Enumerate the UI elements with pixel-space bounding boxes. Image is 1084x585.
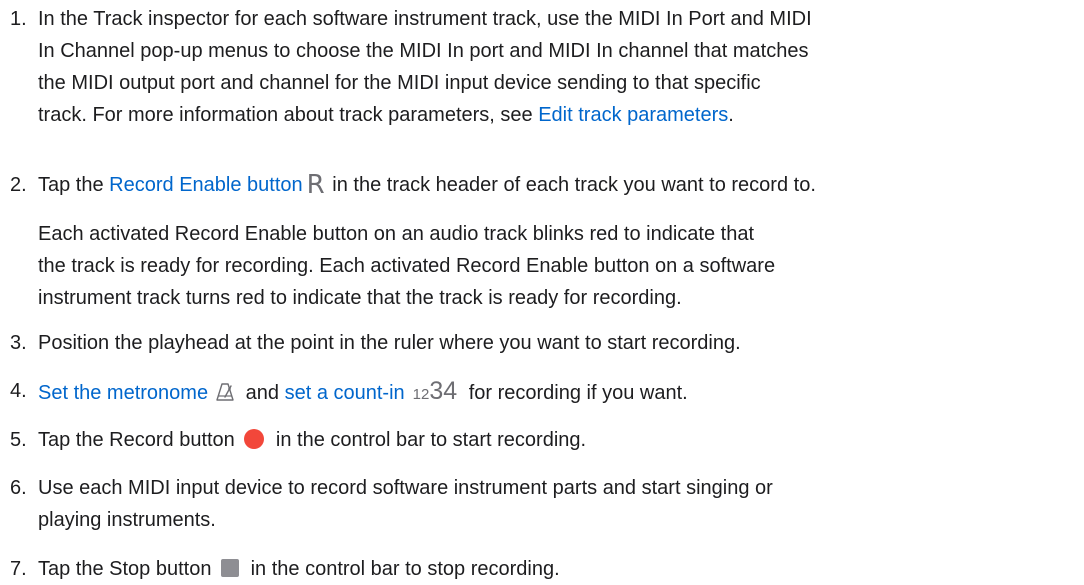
- step-number: 3.: [10, 332, 27, 354]
- step-line: Tap the Stop button in the control bar t…: [38, 553, 1082, 585]
- step-number: 7.: [10, 558, 27, 580]
- step-text: Tap the Record button in the control bar…: [38, 424, 1082, 456]
- step-text-fragment: for recording if you want.: [463, 382, 688, 404]
- step-text-fragment: Tap the: [38, 174, 110, 196]
- record-button-icon: [244, 429, 265, 449]
- record-enable-icon: R: [306, 170, 325, 200]
- step-text-fragment: in the track header of each track you wa…: [326, 174, 816, 196]
- step-line: playing instruments.: [38, 509, 216, 531]
- step-line: Tap the Record button in the control bar…: [38, 424, 1082, 456]
- step-number: 1.: [10, 8, 27, 30]
- step-number: 6.: [10, 477, 27, 499]
- step-line: track. For more information about track …: [38, 99, 1082, 131]
- step-line: the MIDI output port and channel for the…: [38, 72, 761, 94]
- edit-track-parameters-link[interactable]: Edit track parameters: [538, 104, 728, 126]
- step-number: 2.: [10, 174, 27, 196]
- set-count-in-link[interactable]: set a count-in: [285, 382, 405, 404]
- stop-button-icon: [221, 559, 240, 577]
- step-text-fragment: track. For more information about track …: [38, 104, 539, 126]
- step-text: Tap the Stop button in the control bar t…: [38, 553, 1082, 585]
- step-number: 5.: [10, 429, 27, 451]
- note-line: the track is ready for recording. Each a…: [38, 255, 776, 277]
- step-text: Position the playhead at the point in th…: [38, 327, 1082, 359]
- step-text: Set the metronome and set a count-in 1234…: [38, 375, 1082, 407]
- step-text-fragment: in the control bar to start recording.: [270, 429, 587, 451]
- step-text-fragment: and: [240, 382, 285, 404]
- step-line: Use each MIDI input device to record sof…: [38, 477, 773, 499]
- set-metronome-link[interactable]: Set the metronome: [38, 382, 208, 404]
- step-line: Tap the Record Enable button R in the tra…: [38, 169, 1082, 201]
- note-line: Each activated Record Enable button on a…: [38, 223, 755, 245]
- step-number: 4.: [10, 380, 27, 402]
- step-line: Set the metronome and set a count-in 1234…: [38, 375, 1082, 407]
- metronome-icon: [214, 380, 236, 412]
- step-line: In the Track inspector for each software…: [38, 8, 812, 30]
- note-line: instrument track turns red to indicate t…: [38, 287, 682, 309]
- count-in-icon: 1234: [412, 377, 458, 405]
- step-line: Position the playhead at the point in th…: [38, 332, 741, 354]
- step-line: In Channel pop-up menus to choose the MI…: [38, 40, 809, 62]
- step-text: Tap the Record Enable button R in the tra…: [38, 169, 1082, 314]
- record-enable-button-link[interactable]: Record Enable button: [109, 174, 302, 196]
- step-text-fragment: .: [728, 104, 734, 126]
- step-text: In the Track inspector for each software…: [38, 3, 1082, 131]
- step-text-fragment: Tap the Record button: [38, 429, 241, 451]
- step-text: Use each MIDI input device to record sof…: [38, 472, 1082, 536]
